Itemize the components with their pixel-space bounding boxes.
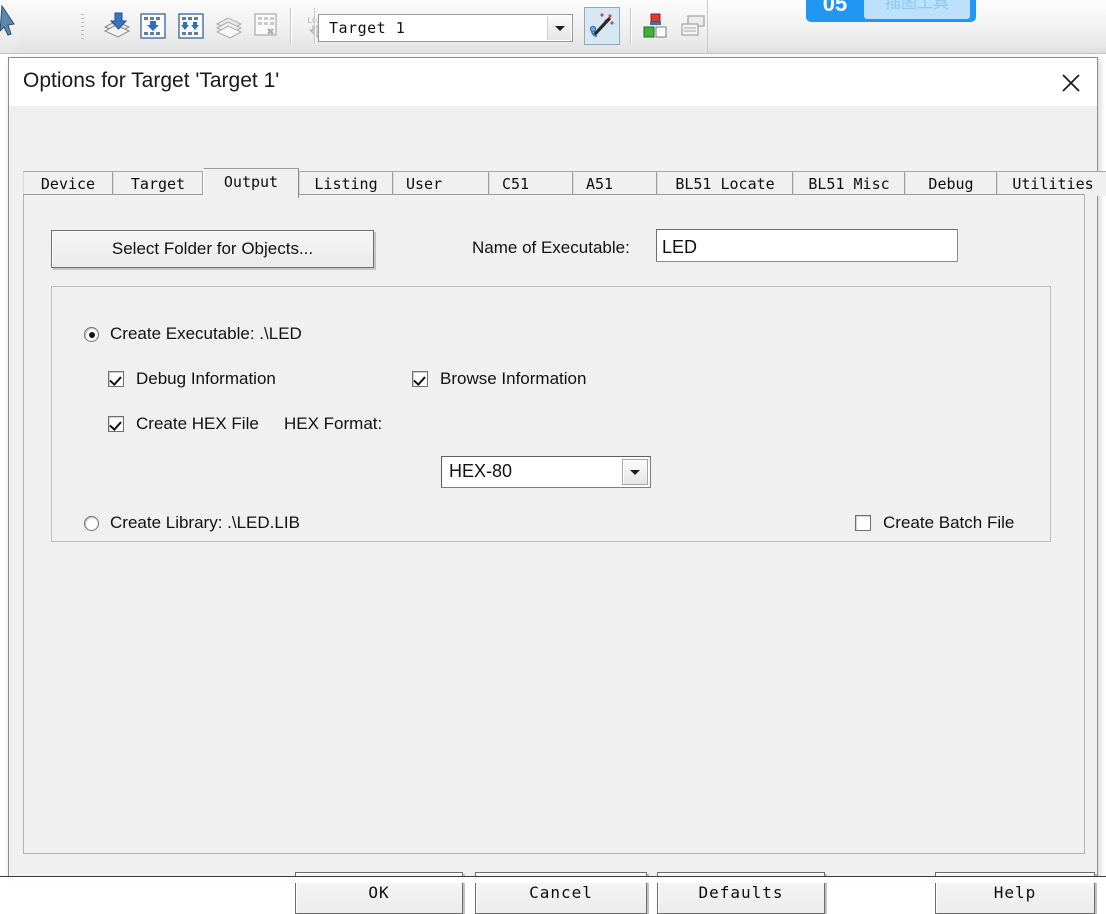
- tab-target[interactable]: Target: [113, 171, 203, 196]
- create-executable-radio[interactable]: [84, 327, 99, 342]
- create-batch-file-label: Create Batch File: [883, 513, 1015, 532]
- output-options-group: Create Executable: .\LED Debug Informati…: [51, 286, 1051, 542]
- rebuild-all-icon[interactable]: [176, 11, 206, 41]
- browse-information-checkbox[interactable]: [412, 371, 428, 387]
- manage-project-items-icon[interactable]: [640, 11, 670, 41]
- debug-information-checkbox[interactable]: [108, 371, 124, 387]
- dialog-titlebar: Options for Target 'Target 1': [9, 58, 1097, 106]
- close-icon[interactable]: [1045, 58, 1097, 105]
- tab-c51[interactable]: C51: [489, 171, 573, 196]
- watermark-badge: 05 插图工具: [806, 0, 976, 22]
- hex-format-value: HEX-80: [449, 461, 513, 481]
- build-target-icon[interactable]: [102, 11, 132, 41]
- translate-file-icon[interactable]: [138, 11, 168, 41]
- multi-project-workspace-icon[interactable]: [678, 11, 708, 41]
- toolbar-left-edge: [0, 0, 18, 53]
- badge-label: 插图工具: [864, 0, 970, 19]
- create-batch-file-checkbox[interactable]: [855, 515, 871, 531]
- target-select-value: Target 1: [329, 19, 406, 37]
- create-library-label: Create Library: .\LED.LIB: [110, 513, 300, 532]
- hex-format-label: HEX Format:: [284, 414, 383, 433]
- tab-a51[interactable]: A51: [573, 171, 657, 196]
- debug-information-label: Debug Information: [136, 369, 276, 388]
- browse-information-label: Browse Information: [440, 369, 587, 388]
- tab-bl51-misc[interactable]: BL51 Misc: [793, 171, 905, 196]
- cursor-arrow-icon: [0, 4, 15, 36]
- target-options-wand-icon[interactable]: [584, 7, 620, 45]
- tab-bl51-locate[interactable]: BL51 Locate: [657, 171, 793, 196]
- tab-listing[interactable]: Listing: [299, 171, 393, 196]
- toolbar-separator: [290, 8, 292, 44]
- name-of-executable-label: Name of Executable:: [472, 238, 630, 257]
- tab-debug[interactable]: Debug: [905, 171, 997, 196]
- create-library-radio[interactable]: [84, 516, 99, 531]
- hex-format-select[interactable]: HEX-80: [441, 456, 651, 488]
- toolbar-separator-2: [314, 8, 316, 44]
- tab-device[interactable]: Device: [23, 171, 113, 196]
- application-toolbar: LOAD Target 1 05 插图工具: [0, 0, 1106, 54]
- chevron-down-icon[interactable]: [622, 459, 648, 485]
- tab-output[interactable]: Output: [203, 168, 299, 198]
- target-select[interactable]: Target 1: [318, 14, 573, 42]
- stop-build-icon[interactable]: [252, 11, 282, 41]
- tab-utilities[interactable]: Utilities: [997, 171, 1106, 196]
- dialog-body: Device Target Output Listing User C51 A5…: [9, 106, 1106, 914]
- name-of-executable-input[interactable]: [656, 229, 958, 262]
- chevron-down-icon[interactable]: [547, 16, 571, 40]
- create-hex-file-checkbox[interactable]: [108, 416, 124, 432]
- select-folder-for-objects-button[interactable]: Select Folder for Objects...: [51, 230, 374, 268]
- badge-number: 05: [822, 0, 848, 16]
- create-hex-file-label: Create HEX File: [136, 414, 259, 433]
- tab-user[interactable]: User: [393, 171, 489, 196]
- dialog-tabstrip: Device Target Output Listing User C51 A5…: [23, 168, 1106, 198]
- window-bottom-edge: [0, 876, 1106, 883]
- options-for-target-dialog: Options for Target 'Target 1' Device Tar…: [8, 57, 1106, 914]
- dialog-title: Options for Target 'Target 1': [23, 69, 280, 92]
- toolbar-button-strip: LOAD Target 1: [18, 0, 708, 53]
- batch-build-icon[interactable]: [214, 11, 244, 41]
- create-executable-label: Create Executable: .\LED: [110, 324, 302, 343]
- toolbar-separator-3: [630, 8, 632, 44]
- toolbar-grip-handle[interactable]: [81, 14, 84, 40]
